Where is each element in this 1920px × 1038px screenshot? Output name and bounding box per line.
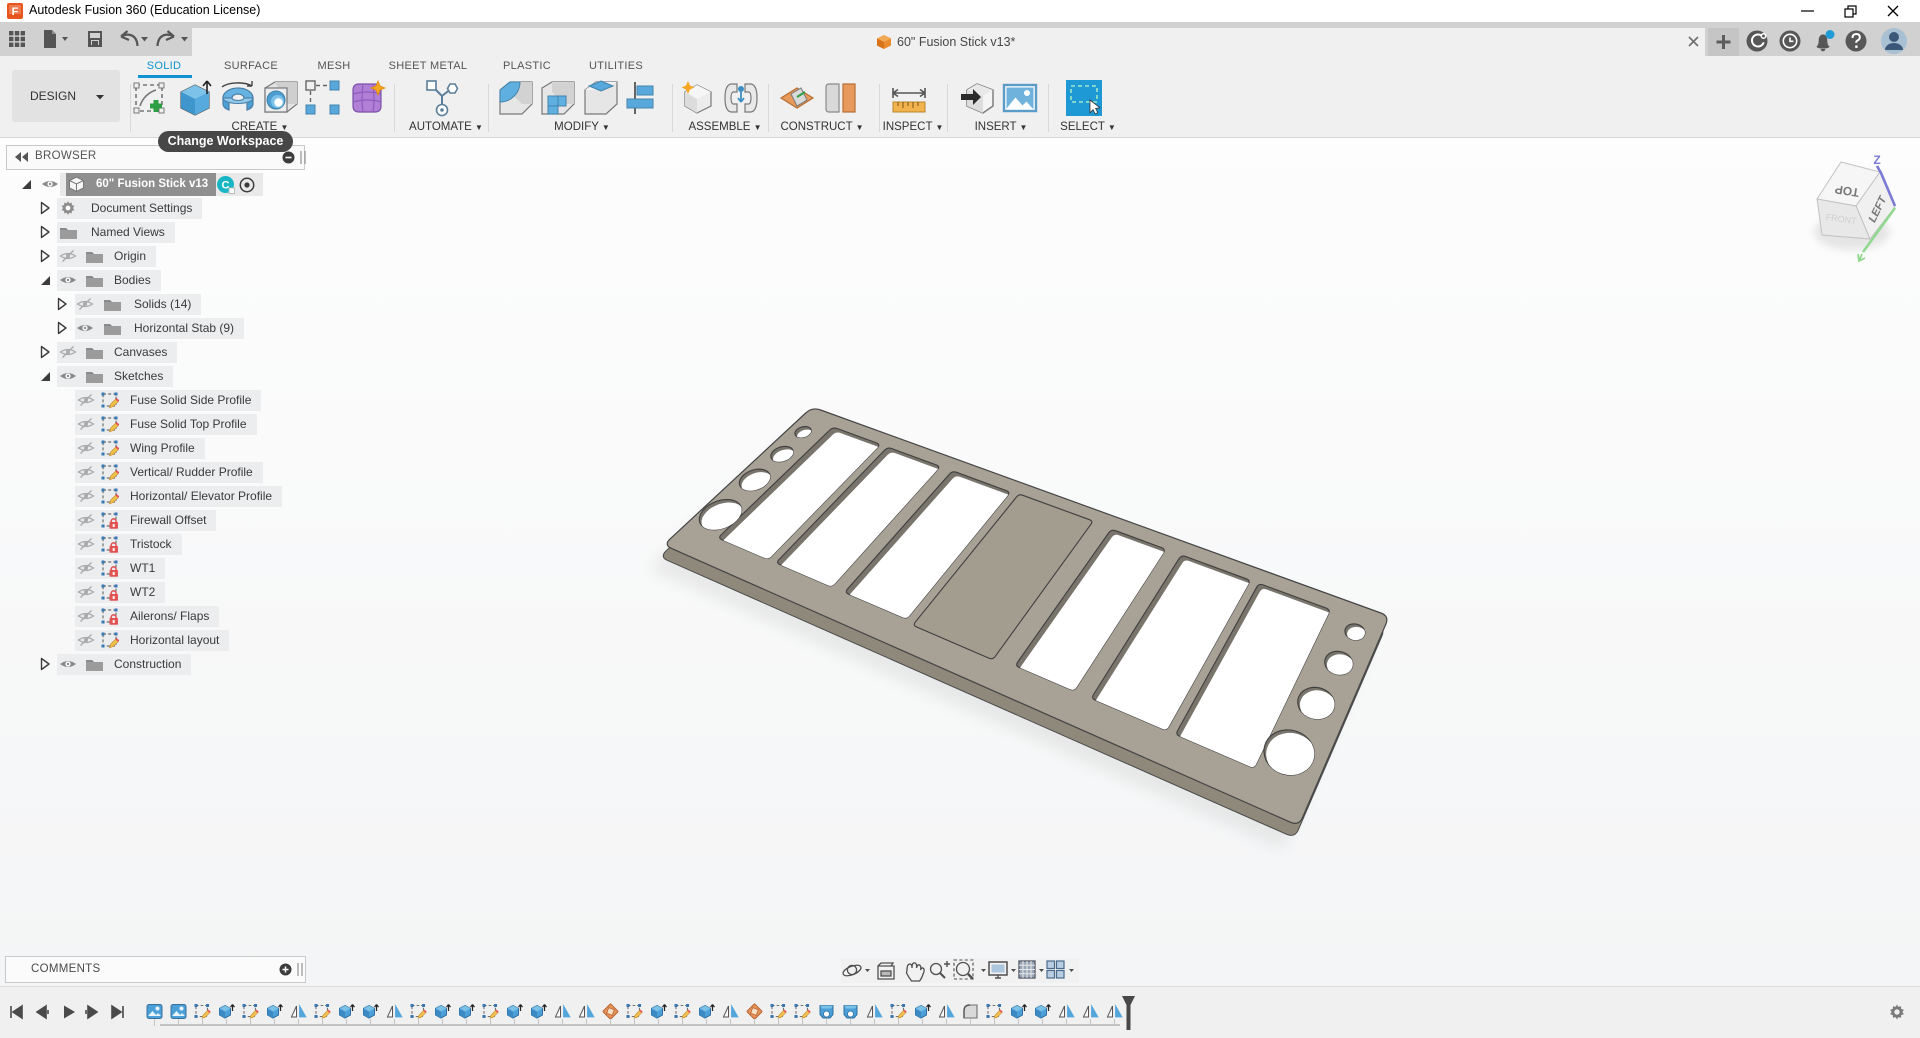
svg-text:Z: Z bbox=[1873, 153, 1880, 167]
svg-text:F: F bbox=[12, 6, 19, 18]
svg-text:C: C bbox=[222, 180, 230, 192]
